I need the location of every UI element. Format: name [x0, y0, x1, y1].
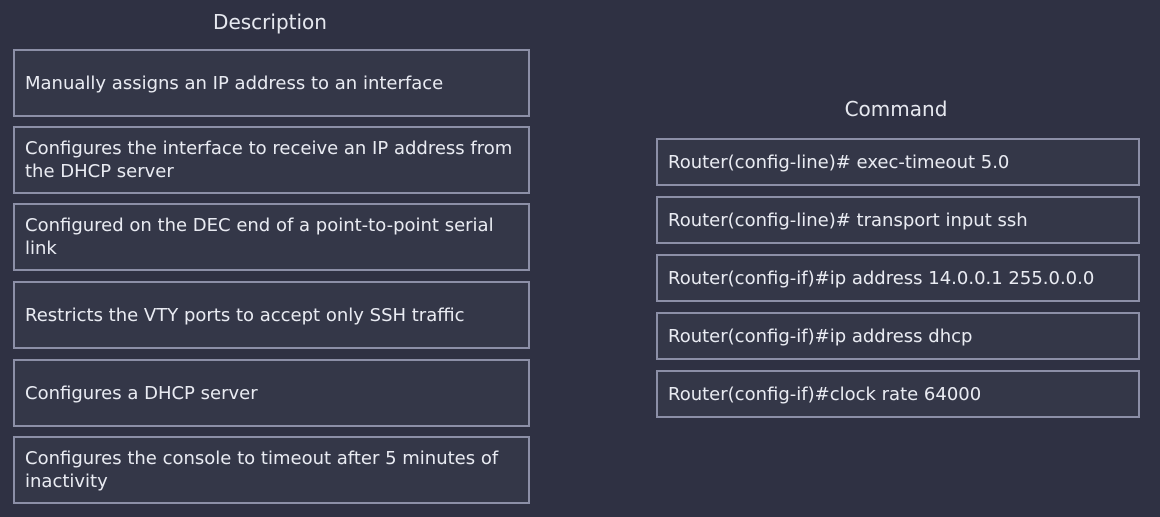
description-item-text: Configured on the DEC end of a point-to-…	[25, 215, 494, 259]
command-item-text: Router(config-if)#ip address dhcp	[668, 325, 973, 347]
description-item-dhcp-server[interactable]: Configures a DHCP server	[13, 359, 530, 427]
command-item-text: Router(config-line)# transport input ssh	[668, 209, 1028, 231]
command-item-clock-rate[interactable]: Router(config-if)#clock rate 64000	[656, 370, 1140, 418]
description-item-text: Restricts the VTY ports to accept only S…	[25, 304, 465, 326]
description-item-text: Configures the console to timeout after …	[25, 448, 499, 492]
command-item-transport-input[interactable]: Router(config-line)# transport input ssh	[656, 196, 1140, 244]
description-item-console-timeout[interactable]: Configures the console to timeout after …	[13, 436, 530, 504]
description-item-vty-ssh[interactable]: Restricts the VTY ports to accept only S…	[13, 281, 530, 349]
description-item-text: Configures a DHCP server	[25, 382, 258, 404]
command-item-ip-address-dhcp[interactable]: Router(config-if)#ip address dhcp	[656, 312, 1140, 360]
description-item-manual-ip[interactable]: Manually assigns an IP address to an int…	[13, 49, 530, 117]
description-heading: Description	[213, 10, 327, 34]
command-item-ip-address-static[interactable]: Router(config-if)#ip address 14.0.0.1 25…	[656, 254, 1140, 302]
command-item-text: Router(config-if)#clock rate 64000	[668, 383, 982, 405]
description-item-dhcp-client[interactable]: Configures the interface to receive an I…	[13, 126, 530, 194]
command-heading: Command	[844, 97, 948, 121]
description-item-text: Configures the interface to receive an I…	[25, 138, 513, 182]
matching-exercise: Description Manually assigns an IP addre…	[0, 0, 1160, 517]
description-item-dec-serial-link[interactable]: Configured on the DEC end of a point-to-…	[13, 203, 530, 271]
command-item-text: Router(config-line)# exec-timeout 5.0	[668, 151, 1010, 173]
description-item-text: Manually assigns an IP address to an int…	[25, 72, 444, 94]
command-item-exec-timeout[interactable]: Router(config-line)# exec-timeout 5.0	[656, 138, 1140, 186]
command-item-text: Router(config-if)#ip address 14.0.0.1 25…	[668, 267, 1095, 289]
